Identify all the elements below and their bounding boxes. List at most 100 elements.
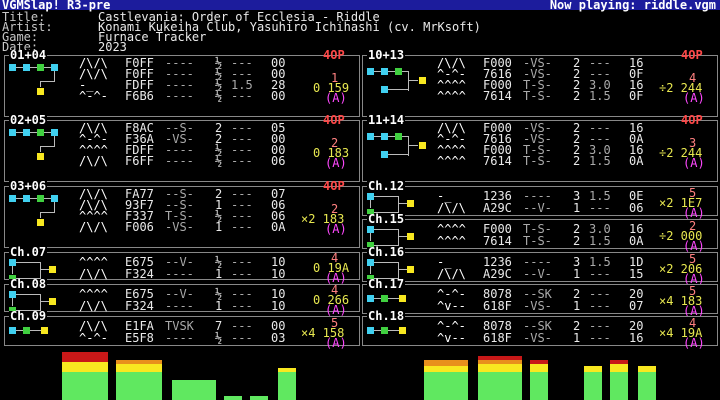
- level-value: 06: [629, 201, 644, 215]
- mult-value: 1: [573, 267, 581, 281]
- channel-label: Ch.16: [367, 245, 406, 259]
- mult-value: 2: [573, 287, 581, 301]
- dash-field: ---: [589, 201, 611, 215]
- channel-label: Ch.18: [367, 309, 406, 323]
- connector-line: [12, 298, 13, 306]
- mult-value: 3: [573, 255, 581, 269]
- channel-label: 11+14: [367, 113, 406, 127]
- operator-icon: [367, 295, 374, 302]
- waveform: ^^^^: [79, 255, 108, 269]
- op-mode: 4OP: [681, 113, 703, 127]
- level-value: 16: [629, 331, 644, 345]
- connector-line: [398, 229, 399, 245]
- connector-line: [40, 81, 55, 82]
- output-icon: [407, 266, 414, 273]
- envelope-hex: F006: [125, 220, 154, 234]
- op-flags: T-S-: [523, 234, 552, 248]
- level-bar-segment: [424, 360, 468, 366]
- operator-icon: [23, 64, 30, 71]
- level-value: 20: [629, 287, 644, 301]
- envelope-hex: F324: [125, 267, 154, 281]
- dash-field: ---: [231, 287, 253, 301]
- connector-line: [374, 262, 399, 263]
- operator-icon: [367, 259, 374, 266]
- dash-field: ---: [589, 299, 611, 313]
- op-flags: -VS-: [165, 220, 194, 234]
- connector-line: [54, 202, 55, 212]
- output-icon: [49, 266, 56, 273]
- note-label: (A): [325, 222, 347, 236]
- connector-line: [40, 146, 55, 147]
- connector-line: [388, 89, 408, 90]
- dash-field: ---: [231, 319, 253, 333]
- waveform: /\/\: [79, 319, 108, 333]
- channel-label: Ch.15: [367, 212, 406, 226]
- level-bar-segment: [584, 366, 602, 372]
- note-label: (A): [325, 336, 347, 350]
- waveform: ^^^^: [437, 89, 466, 103]
- level-bar-segment: [584, 372, 602, 400]
- level-value: 00: [271, 89, 286, 103]
- mult-value: 2: [573, 222, 581, 236]
- envelope-hex: F6B6: [125, 89, 154, 103]
- waveform: ^-^-: [437, 287, 466, 301]
- operator-icon: [395, 68, 402, 75]
- waveform: ^^^^: [437, 154, 466, 168]
- envelope-hex: 618F: [483, 299, 512, 313]
- dash-field: ---: [589, 331, 611, 345]
- level-value: 0A: [629, 154, 644, 168]
- waveform: ^-^-: [79, 89, 108, 103]
- op-flags: ----: [165, 154, 194, 168]
- channel-panel: Ch.16 -_ 1236 ---- 3 1.5 1D/\/\ A29C --V- 1 --- 15 5…: [362, 246, 718, 285]
- mult-value: 1: [573, 331, 581, 345]
- operator-icon: [9, 259, 16, 266]
- level-value: 1D: [629, 255, 644, 269]
- level-bar-segment: [278, 372, 296, 400]
- envelope-hex: E675: [125, 255, 154, 269]
- operator-icon: [23, 327, 30, 334]
- op-flags: --V-: [523, 267, 552, 281]
- op-mode: 4OP: [323, 48, 345, 62]
- waveform: -_: [437, 255, 452, 269]
- dash-field: 1.5: [589, 255, 611, 269]
- op-mode: 4OP: [681, 48, 703, 62]
- op-flags: --V-: [523, 201, 552, 215]
- operator-icon: [9, 327, 16, 334]
- operator-icon: [51, 64, 58, 71]
- op-flags: T-S-: [523, 222, 552, 236]
- waveform: /\/\: [79, 154, 108, 168]
- song-info: Title: Castlevania: Order of Ecclesia - R…: [2, 11, 481, 54]
- level-value: 20: [629, 319, 644, 333]
- channel-panel: Ch.17 ^-^- 8078 --SK 2 --- 20 ^v-- 618F -VS- 1 --- 0…: [362, 278, 718, 317]
- channel-panel: Ch.08 ^^^^ E675 --V- ½ --- 10 /\/\ F324 ---- 1 --- 1…: [4, 278, 360, 316]
- dash-field: ---: [231, 299, 253, 313]
- level-bar-segment: [610, 372, 628, 400]
- waveform: ^-^-: [437, 319, 466, 333]
- level-value: 10: [271, 267, 286, 281]
- level-value: 0E: [629, 189, 644, 203]
- level-bar-segment: [278, 368, 296, 372]
- envelope-hex: F6FF: [125, 154, 154, 168]
- note-label: (A): [325, 91, 347, 105]
- meta-date: Date: 2023: [2, 40, 127, 54]
- level-value: 06: [271, 154, 286, 168]
- op-flags: ----: [523, 255, 552, 269]
- envelope-hex: A29C: [483, 201, 512, 215]
- level-value: 16: [629, 222, 644, 236]
- envelope-hex: 7614: [483, 89, 512, 103]
- channel-label: Ch.12: [367, 179, 406, 193]
- waveform: -_: [437, 189, 452, 203]
- waveform: ^^^^: [79, 287, 108, 301]
- operator-icon: [37, 195, 44, 202]
- operator-icon: [367, 193, 374, 200]
- operator-icon: [367, 327, 374, 334]
- mult-value: 2: [573, 319, 581, 333]
- output-icon: [407, 200, 414, 207]
- now-playing: Now playing: riddle.vgm: [549, 0, 716, 12]
- operator-icon: [9, 64, 16, 71]
- level-bar-segment: [530, 360, 548, 364]
- channel-panel: 01+04 4OP/\/\ F0FF ---- ½ --- 00/\/\ F0FF ---- ½ -…: [4, 49, 360, 117]
- output-icon: [419, 142, 426, 149]
- mult-value: ½: [215, 89, 223, 103]
- output-icon: [399, 295, 406, 302]
